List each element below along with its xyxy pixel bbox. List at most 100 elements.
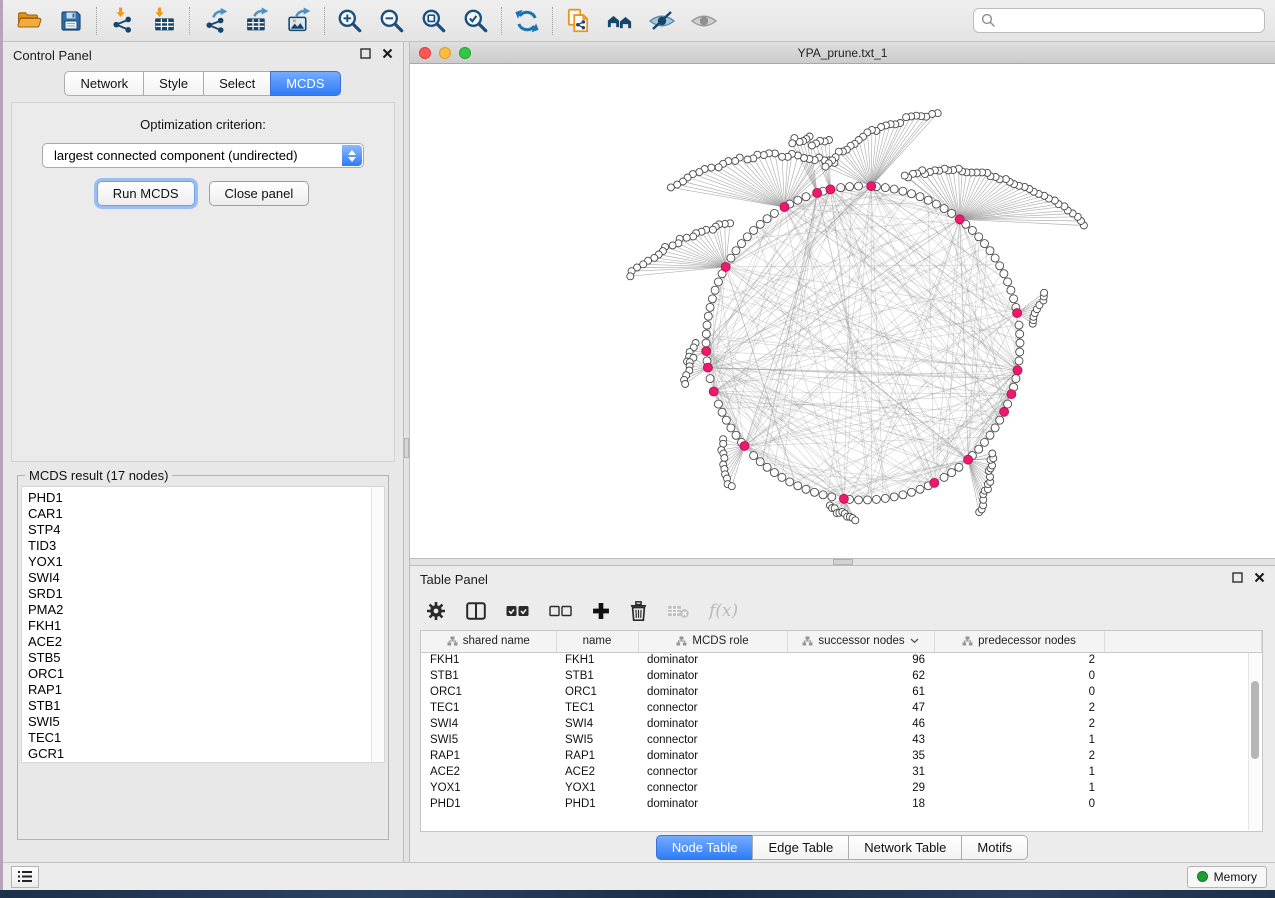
show-panels-menu-icon[interactable] (11, 866, 39, 888)
table-cell: SWI5 (556, 732, 638, 748)
delete-columns-icon[interactable] (630, 601, 647, 621)
export-table-icon[interactable] (243, 7, 271, 35)
tab-mcds[interactable]: MCDS (270, 71, 340, 96)
mcds-tab-content: Optimization criterion: largest connecte… (11, 102, 395, 462)
first-neighbors-icon[interactable] (606, 7, 634, 35)
mcds-result-item[interactable]: FKH1 (28, 618, 384, 634)
table-row[interactable]: FKH1FKH1dominator962 (421, 652, 1262, 668)
table-cell: 2 (934, 716, 1104, 732)
add-column-icon[interactable] (592, 602, 610, 620)
mcds-result-item[interactable]: SWI4 (28, 570, 384, 586)
table-cell (1104, 716, 1262, 732)
close-panel-icon[interactable] (382, 46, 393, 64)
memory-button-label: Memory (1214, 870, 1257, 884)
select-all-columns-icon[interactable] (506, 605, 529, 617)
horizontal-splitter[interactable] (410, 558, 1275, 566)
mcds-result-item[interactable]: TEC1 (28, 730, 384, 746)
table-cell: connector (638, 700, 787, 716)
save-session-icon[interactable] (57, 7, 85, 35)
zoom-selected-icon[interactable] (462, 7, 490, 35)
table-cell (1104, 764, 1262, 780)
tab-motifs[interactable]: Motifs (961, 835, 1028, 860)
mcds-result-item[interactable]: PHD1 (28, 490, 384, 506)
criterion-dropdown[interactable]: largest connected component (undirected) (42, 143, 364, 168)
mcds-result-item[interactable]: STB5 (28, 650, 384, 666)
search-input[interactable] (973, 8, 1265, 33)
column-header-mcds-role[interactable]: MCDS role (638, 631, 787, 652)
tab-edge-table[interactable]: Edge Table (752, 835, 849, 860)
export-image-icon[interactable] (285, 7, 313, 35)
column-header-shared-name[interactable]: shared name (421, 631, 556, 652)
mcds-result-item[interactable]: RAP1 (28, 682, 384, 698)
list-scrollbar-track[interactable] (371, 487, 384, 762)
table-row[interactable]: TEC1TEC1connector472 (421, 700, 1262, 716)
table-mode-gear-icon[interactable] (426, 601, 446, 621)
mcds-result-item[interactable]: YOX1 (28, 554, 384, 570)
table-scrollbar-thumb[interactable] (1251, 681, 1259, 759)
table-cell: PHD1 (556, 796, 638, 812)
tab-network[interactable]: Network (64, 71, 144, 96)
splitter-handle[interactable] (833, 559, 853, 565)
float-panel-icon[interactable] (1232, 570, 1243, 588)
table-row[interactable]: YOX1YOX1connector291 (421, 780, 1262, 796)
table-cell: SWI4 (556, 716, 638, 732)
run-mcds-button[interactable]: Run MCDS (97, 181, 195, 206)
mcds-result-item[interactable]: PMA2 (28, 602, 384, 618)
close-panel-button[interactable]: Close panel (209, 181, 310, 206)
mcds-result-item[interactable]: GCR1 (28, 746, 384, 762)
tab-node-table[interactable]: Node Table (656, 835, 754, 860)
table-cell: dominator (638, 796, 787, 812)
column-header-name[interactable]: name (556, 631, 638, 652)
tab-select[interactable]: Select (203, 71, 271, 96)
export-network-icon[interactable] (201, 7, 229, 35)
hide-selected-icon[interactable] (648, 7, 676, 35)
search-box (973, 8, 1265, 33)
tab-style[interactable]: Style (143, 71, 204, 96)
mcds-result-item[interactable]: STB1 (28, 698, 384, 714)
table-row[interactable]: SWI5SWI5connector431 (421, 732, 1262, 748)
table-cell: TEC1 (421, 700, 556, 716)
float-panel-icon[interactable] (360, 46, 371, 64)
duplicate-network-icon[interactable] (564, 7, 592, 35)
zoom-out-icon[interactable] (378, 7, 406, 35)
mcds-result-group: MCDS result (17 nodes) PHD1CAR1STP4TID3Y… (17, 468, 389, 840)
table-cell: 31 (787, 764, 934, 780)
tab-network-table[interactable]: Network Table (848, 835, 962, 860)
splitter-handle[interactable] (404, 438, 409, 458)
unselect-all-columns-icon[interactable] (549, 605, 572, 617)
open-session-icon[interactable] (15, 7, 43, 35)
mcds-result-item[interactable]: TID3 (28, 538, 384, 554)
vertical-splitter[interactable] (403, 42, 410, 862)
refresh-icon[interactable] (513, 7, 541, 35)
desktop: Control Panel NetworkStyleSelectMCDS Opt… (0, 0, 1275, 898)
zoom-fit-icon[interactable] (420, 7, 448, 35)
table-cell: 2 (934, 700, 1104, 716)
mcds-result-item[interactable]: SRD1 (28, 586, 384, 602)
table-row[interactable]: ORC1ORC1dominator610 (421, 684, 1262, 700)
mcds-result-list[interactable]: PHD1CAR1STP4TID3YOX1SWI4SRD1PMA2FKH1ACE2… (21, 486, 385, 763)
mcds-result-item[interactable]: SWI5 (28, 714, 384, 730)
column-header-predecessor-nodes[interactable]: predecessor nodes (934, 631, 1104, 652)
table-row[interactable]: SWI4SWI4dominator462 (421, 716, 1262, 732)
column-header-successor-nodes[interactable]: successor nodes (787, 631, 934, 652)
mcds-result-item[interactable]: ORC1 (28, 666, 384, 682)
memory-button[interactable]: Memory (1187, 866, 1267, 888)
table-panel-title: Table Panel (420, 572, 488, 587)
import-table-icon[interactable] (150, 7, 178, 35)
table-cell (1104, 684, 1262, 700)
import-network-icon[interactable] (108, 7, 136, 35)
table-cell: 1 (934, 780, 1104, 796)
table-row[interactable]: PHD1PHD1dominator180 (421, 796, 1262, 812)
table-row[interactable]: RAP1RAP1dominator352 (421, 748, 1262, 764)
mcds-result-item[interactable]: CAR1 (28, 506, 384, 522)
criterion-dropdown-value: largest connected component (undirected) (54, 148, 298, 163)
mcds-result-item[interactable]: STP4 (28, 522, 384, 538)
table-row[interactable]: STB1STB1dominator620 (421, 668, 1262, 684)
mcds-result-item[interactable]: ACE2 (28, 634, 384, 650)
table-row[interactable]: ACE2ACE2connector311 (421, 764, 1262, 780)
table-scrollbar-track[interactable] (1248, 653, 1261, 830)
split-panel-icon[interactable] (466, 602, 486, 620)
network-graph-canvas[interactable] (410, 64, 1275, 558)
zoom-in-icon[interactable] (336, 7, 364, 35)
close-panel-icon[interactable] (1254, 570, 1265, 588)
